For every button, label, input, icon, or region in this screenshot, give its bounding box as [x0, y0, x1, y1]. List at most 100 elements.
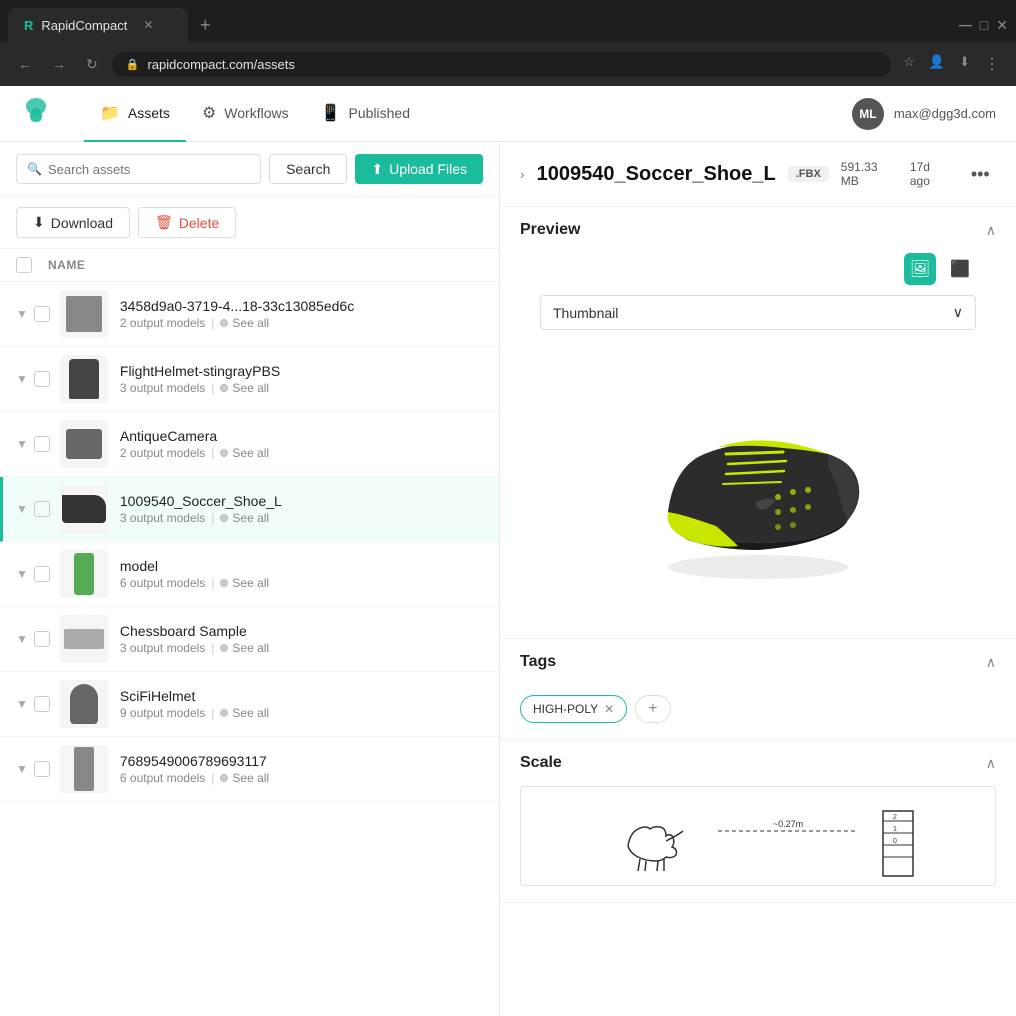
bookmark-icon[interactable]: ☆ [899, 52, 919, 76]
see-all-label: See all [232, 706, 269, 720]
main-content: 🔍 Search ⬆ Upload Files ⬇ Download 🗑 [0, 142, 1016, 1016]
header-check [16, 257, 48, 273]
asset-info: 1009540_Soccer_Shoe_L 3 output models | … [120, 493, 483, 525]
chevron-icon[interactable]: ▼ [16, 372, 28, 386]
back-button[interactable]: ← [12, 54, 38, 74]
3d-preview-button[interactable]: ⬛ [944, 253, 976, 285]
see-all-link[interactable]: See all [220, 381, 269, 395]
see-all-label: See all [232, 381, 269, 395]
time-badge: 17d ago [910, 160, 953, 188]
see-all-label: See all [232, 511, 269, 525]
image-preview-button[interactable]: 🖼 [904, 253, 936, 285]
nav-assets[interactable]: 📁 Assets [84, 86, 186, 142]
asset-name: 7689549006789693117 [120, 753, 483, 769]
add-tag-button[interactable]: + [635, 695, 670, 723]
see-all-link[interactable]: See all [220, 641, 269, 655]
download-browser-icon[interactable]: ⬇ [955, 52, 974, 76]
svg-text:2: 2 [893, 814, 897, 821]
scale-section-header[interactable]: Scale ∧ [520, 740, 996, 786]
search-button-label: Search [286, 161, 330, 177]
minimize-button[interactable]: ─ [959, 15, 972, 36]
see-all-link[interactable]: See all [220, 511, 269, 525]
active-tab[interactable]: R RapidCompact ✕ [8, 8, 188, 42]
see-all-link[interactable]: See all [220, 706, 269, 720]
asset-list-header: NAME [0, 249, 499, 282]
tags-section-header[interactable]: Tags ∧ [520, 639, 996, 685]
chevron-icon[interactable]: ▼ [16, 632, 28, 646]
preview-section-title: Preview [520, 221, 580, 239]
chevron-icon[interactable]: ▼ [16, 697, 28, 711]
search-input-wrapper[interactable]: 🔍 [16, 154, 261, 184]
thumbnail-dropdown[interactable]: Thumbnail ∨ [540, 295, 976, 330]
asset-checkbox[interactable] [34, 371, 50, 387]
close-button[interactable]: ✕ [996, 17, 1008, 34]
see-all-label: See all [232, 641, 269, 655]
list-item[interactable]: ▼ FlightHelmet-stingrayPBS 3 output mode… [0, 347, 499, 412]
preview-controls: 🖼 ⬛ [540, 253, 976, 285]
list-item[interactable]: ▼ 3458d9a0-3719-4...18-33c13085ed6c 2 ou… [0, 282, 499, 347]
nav-published[interactable]: 📱 Published [305, 86, 426, 142]
chevron-icon[interactable]: ▼ [16, 502, 28, 516]
dropdown-chevron-icon: ∨ [953, 304, 963, 321]
select-all-checkbox[interactable] [16, 257, 32, 273]
see-all-link[interactable]: See all [220, 446, 269, 460]
avatar[interactable]: ML [852, 98, 884, 130]
address-bar[interactable]: 🔒 rapidcompact.com/assets [112, 52, 892, 77]
list-item[interactable]: ▼ 7689549006789693117 6 output models | … [0, 737, 499, 802]
list-item[interactable]: ▼ Chessboard Sample 3 output models | Se… [0, 607, 499, 672]
status-dot [220, 774, 228, 782]
asset-checkbox[interactable] [34, 501, 50, 517]
see-all-link[interactable]: See all [220, 771, 269, 785]
asset-checkbox[interactable] [34, 306, 50, 322]
tags-section-title: Tags [520, 653, 556, 671]
search-button[interactable]: Search [269, 154, 347, 184]
asset-info: AntiqueCamera 2 output models | See all [120, 428, 483, 460]
download-button[interactable]: ⬇ Download [16, 207, 130, 238]
scale-collapse-icon[interactable]: ∧ [986, 755, 996, 772]
chevron-icon[interactable]: ▼ [16, 307, 28, 321]
asset-checkbox[interactable] [34, 631, 50, 647]
see-all-label: See all [232, 316, 269, 330]
asset-checkbox[interactable] [34, 436, 50, 452]
delete-button[interactable]: 🗑 Delete [138, 207, 236, 238]
delete-button-label: Delete [179, 215, 219, 231]
expand-icon[interactable]: › [520, 166, 525, 182]
upload-button[interactable]: ⬆ Upload Files [355, 154, 483, 184]
see-all-label: See all [232, 576, 269, 590]
more-options-button[interactable]: ••• [965, 158, 996, 190]
asset-checkbox[interactable] [34, 696, 50, 712]
asset-meta: 9 output models | See all [120, 706, 483, 720]
scale-section: Scale ∧ [500, 740, 1016, 903]
workflows-icon: ⚙ [202, 103, 216, 123]
list-item[interactable]: ▼ model 6 output models | See all [0, 542, 499, 607]
chevron-icon[interactable]: ▼ [16, 437, 28, 451]
see-all-link[interactable]: See all [220, 316, 269, 330]
preview-collapse-icon[interactable]: ∧ [986, 222, 996, 239]
profile-icon[interactable]: 👤 [925, 52, 949, 76]
tab-close-button[interactable]: ✕ [143, 18, 153, 32]
tags-collapse-icon[interactable]: ∧ [986, 654, 996, 671]
see-all-link[interactable]: See all [220, 576, 269, 590]
browser-menu-button[interactable]: ⋮ [980, 52, 1004, 76]
app-header: 📁 Assets ⚙ Workflows 📱 Published ML max@… [0, 86, 1016, 142]
list-item[interactable]: ▼ AntiqueCamera 2 output models | See al… [0, 412, 499, 477]
asset-checkbox[interactable] [34, 761, 50, 777]
preview-image [540, 342, 976, 622]
reload-button[interactable]: ↻ [80, 54, 104, 75]
forward-button[interactable]: → [46, 54, 72, 74]
preview-section-header[interactable]: Preview ∧ [520, 207, 996, 253]
asset-name: model [120, 558, 483, 574]
maximize-button[interactable]: □ [980, 17, 988, 33]
asset-checkbox[interactable] [34, 566, 50, 582]
app-logo[interactable] [20, 94, 52, 133]
nav-workflows[interactable]: ⚙ Workflows [186, 86, 305, 142]
detail-header: › 1009540_Soccer_Shoe_L .FBX 591.33 MB 1… [500, 142, 1016, 207]
new-tab-button[interactable]: + [192, 15, 219, 36]
list-item[interactable]: ▼ SciFiHelmet 9 output models | See all [0, 672, 499, 737]
address-bar-row: ← → ↻ 🔒 rapidcompact.com/assets ☆ 👤 ⬇ ⋮ [0, 42, 1016, 86]
search-input[interactable] [48, 162, 250, 177]
list-item-selected[interactable]: ▼ 1009540_Soccer_Shoe_L 3 output models … [0, 477, 499, 542]
chevron-icon[interactable]: ▼ [16, 762, 28, 776]
chevron-icon[interactable]: ▼ [16, 567, 28, 581]
tag-remove-button[interactable]: ✕ [604, 702, 614, 716]
